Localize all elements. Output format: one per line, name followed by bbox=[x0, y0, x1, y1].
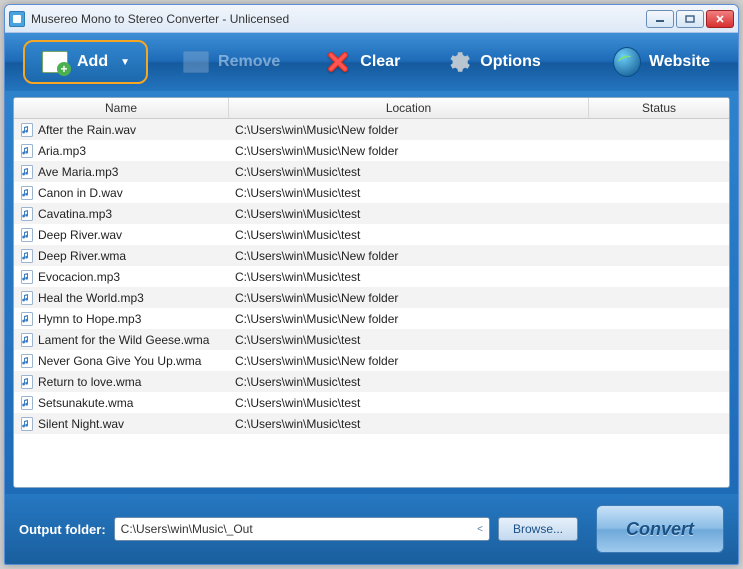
audio-file-icon bbox=[20, 333, 34, 347]
table-row[interactable]: Lament for the Wild Geese.wma C:\Users\wi… bbox=[14, 329, 729, 350]
table-row[interactable]: Ave Maria.mp3 C:\Users\win\Music\test bbox=[14, 161, 729, 182]
audio-file-icon bbox=[20, 354, 34, 368]
column-status[interactable]: Status bbox=[589, 98, 729, 118]
table-row[interactable]: Deep River.wav C:\Users\win\Music\test bbox=[14, 224, 729, 245]
audio-file-icon bbox=[20, 396, 34, 410]
list-header: Name Location Status bbox=[14, 98, 729, 119]
file-name: Never Gona Give You Up.wma bbox=[38, 354, 201, 368]
window-controls bbox=[646, 10, 734, 28]
file-name: Setsunakute.wma bbox=[38, 396, 133, 410]
file-name: Deep River.wma bbox=[38, 249, 126, 263]
add-button[interactable]: Add ▼ bbox=[23, 40, 148, 84]
file-name: Hymn to Hope.mp3 bbox=[38, 312, 141, 326]
table-row[interactable]: Silent Night.wav C:\Users\win\Music\test bbox=[14, 413, 729, 434]
file-location: C:\Users\win\Music\New folder bbox=[235, 312, 398, 326]
file-location: C:\Users\win\Music\test bbox=[235, 186, 360, 200]
content-area: Name Location Status After the Rain.wav C… bbox=[5, 91, 738, 494]
table-row[interactable]: Hymn to Hope.mp3 C:\Users\win\Music\New f… bbox=[14, 308, 729, 329]
audio-file-icon bbox=[20, 207, 34, 221]
audio-file-icon bbox=[20, 123, 34, 137]
file-name: Heal the World.mp3 bbox=[38, 291, 144, 305]
file-name: Lament for the Wild Geese.wma bbox=[38, 333, 209, 347]
remove-label: Remove bbox=[218, 53, 280, 71]
file-name: Return to love.wma bbox=[38, 375, 141, 389]
convert-button[interactable]: Convert bbox=[596, 505, 724, 553]
audio-file-icon bbox=[20, 249, 34, 263]
table-row[interactable]: After the Rain.wav C:\Users\win\Music\New… bbox=[14, 119, 729, 140]
window-title: Musereo Mono to Stereo Converter - Unlic… bbox=[31, 12, 646, 26]
clear-label: Clear bbox=[360, 53, 400, 71]
add-label: Add bbox=[77, 53, 108, 71]
app-window: Musereo Mono to Stereo Converter - Unlic… bbox=[4, 4, 739, 565]
file-name: After the Rain.wav bbox=[38, 123, 136, 137]
audio-file-icon bbox=[20, 312, 34, 326]
file-name: Cavatina.mp3 bbox=[38, 207, 112, 221]
table-row[interactable]: Never Gona Give You Up.wma C:\Users\win\M… bbox=[14, 350, 729, 371]
audio-file-icon bbox=[20, 186, 34, 200]
browse-button[interactable]: Browse... bbox=[498, 517, 578, 541]
audio-file-icon bbox=[20, 417, 34, 431]
output-folder-dropdown-icon[interactable]: < bbox=[477, 524, 483, 535]
audio-file-icon bbox=[20, 165, 34, 179]
remove-button[interactable]: Remove bbox=[172, 42, 290, 82]
remove-icon bbox=[182, 48, 210, 76]
clear-button[interactable]: Clear bbox=[314, 42, 410, 82]
audio-file-icon bbox=[20, 270, 34, 284]
table-row[interactable]: Evocacion.mp3 C:\Users\win\Music\test bbox=[14, 266, 729, 287]
options-label: Options bbox=[480, 53, 540, 71]
table-row[interactable]: Deep River.wma C:\Users\win\Music\New fol… bbox=[14, 245, 729, 266]
minimize-button[interactable] bbox=[646, 10, 674, 28]
options-button[interactable]: Options bbox=[434, 42, 550, 82]
file-location: C:\Users\win\Music\test bbox=[235, 375, 360, 389]
table-row[interactable]: Heal the World.mp3 C:\Users\win\Music\New… bbox=[14, 287, 729, 308]
website-icon bbox=[613, 48, 641, 76]
file-list: Name Location Status After the Rain.wav C… bbox=[13, 97, 730, 488]
table-row[interactable]: Return to love.wma C:\Users\win\Music\tes… bbox=[14, 371, 729, 392]
audio-file-icon bbox=[20, 228, 34, 242]
column-location[interactable]: Location bbox=[229, 98, 589, 118]
file-location: C:\Users\win\Music\test bbox=[235, 270, 360, 284]
file-location: C:\Users\win\Music\test bbox=[235, 207, 360, 221]
options-icon bbox=[444, 48, 472, 76]
output-folder-field[interactable]: C:\Users\win\Music\_Out < bbox=[114, 517, 490, 541]
table-row[interactable]: Canon in D.wav C:\Users\win\Music\test bbox=[14, 182, 729, 203]
file-name: Ave Maria.mp3 bbox=[38, 165, 118, 179]
file-name: Deep River.wav bbox=[38, 228, 122, 242]
file-name: Canon in D.wav bbox=[38, 186, 123, 200]
audio-file-icon bbox=[20, 144, 34, 158]
file-location: C:\Users\win\Music\New folder bbox=[235, 291, 398, 305]
output-folder-label: Output folder: bbox=[19, 522, 106, 537]
add-icon bbox=[41, 48, 69, 76]
column-name[interactable]: Name bbox=[14, 98, 229, 118]
output-folder-value: C:\Users\win\Music\_Out bbox=[121, 522, 253, 536]
audio-file-icon bbox=[20, 375, 34, 389]
file-name: Silent Night.wav bbox=[38, 417, 124, 431]
list-body[interactable]: After the Rain.wav C:\Users\win\Music\New… bbox=[14, 119, 729, 487]
website-button[interactable]: Website bbox=[603, 42, 720, 82]
bottom-bar: Output folder: C:\Users\win\Music\_Out <… bbox=[5, 494, 738, 564]
toolbar: Add ▼ Remove Clear Options Website bbox=[5, 33, 738, 91]
file-name: Evocacion.mp3 bbox=[38, 270, 120, 284]
file-location: C:\Users\win\Music\New folder bbox=[235, 123, 398, 137]
file-name: Aria.mp3 bbox=[38, 144, 86, 158]
table-row[interactable]: Cavatina.mp3 C:\Users\win\Music\test bbox=[14, 203, 729, 224]
close-button[interactable] bbox=[706, 10, 734, 28]
file-location: C:\Users\win\Music\New folder bbox=[235, 354, 398, 368]
website-label: Website bbox=[649, 53, 710, 71]
file-location: C:\Users\win\Music\New folder bbox=[235, 249, 398, 263]
file-location: C:\Users\win\Music\test bbox=[235, 165, 360, 179]
clear-icon bbox=[324, 48, 352, 76]
file-location: C:\Users\win\Music\test bbox=[235, 333, 360, 347]
titlebar[interactable]: Musereo Mono to Stereo Converter - Unlic… bbox=[5, 5, 738, 33]
file-location: C:\Users\win\Music\test bbox=[235, 396, 360, 410]
audio-file-icon bbox=[20, 291, 34, 305]
file-location: C:\Users\win\Music\test bbox=[235, 417, 360, 431]
file-location: C:\Users\win\Music\New folder bbox=[235, 144, 398, 158]
add-dropdown-icon: ▼ bbox=[120, 57, 130, 68]
table-row[interactable]: Aria.mp3 C:\Users\win\Music\New folder bbox=[14, 140, 729, 161]
table-row[interactable]: Setsunakute.wma C:\Users\win\Music\test bbox=[14, 392, 729, 413]
maximize-button[interactable] bbox=[676, 10, 704, 28]
file-location: C:\Users\win\Music\test bbox=[235, 228, 360, 242]
app-icon bbox=[9, 11, 25, 27]
